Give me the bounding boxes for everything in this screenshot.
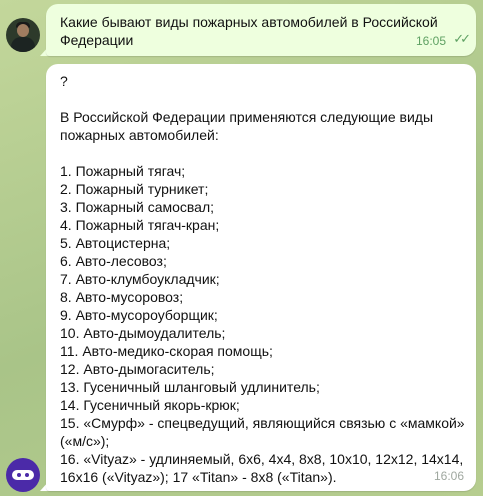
message-intro: В Российской Федерации применяются следу…: [60, 109, 434, 143]
list-item: 8. Авто-мусоровоз;: [60, 289, 184, 305]
list-item: 10. Авто-дымоудалитель;: [60, 325, 226, 341]
bot-avatar[interactable]: [6, 458, 40, 492]
list-item: 14. Гусеничный якорь-крюк;: [60, 397, 240, 413]
message-time: 16:05: [415, 34, 446, 48]
list-item: 12. Авто-дымогаситель;: [60, 361, 215, 377]
list-item: 5. Автоцистерна;: [60, 235, 171, 251]
list-item: 3. Пожарный самосвал;: [60, 199, 215, 215]
message-first-line: ?: [60, 73, 68, 89]
list-item: 15. «Смурф» - спецведущий, являющийся св…: [60, 415, 465, 449]
list-item: 13. Гусеничный шланговый удлинитель;: [60, 379, 320, 395]
list-item: 4. Пожарный тягач-кран;: [60, 217, 220, 233]
user-avatar[interactable]: [6, 18, 40, 52]
message-text: Какие бывают виды пожарных автомобилей в…: [60, 14, 438, 48]
list-item: 1. Пожарный тягач;: [60, 163, 186, 179]
list-item: 11. Авто-медико-скорая помощь;: [60, 343, 273, 359]
vehicle-list: 1. Пожарный тягач; 2. Пожарный турникет; 3…: [60, 162, 470, 486]
outgoing-message[interactable]: Какие бывают виды пожарных автомобилей в…: [46, 4, 476, 56]
list-item: 9. Авто-мусороуборщик;: [60, 307, 218, 323]
list-item: 16. «Vityaz» - удлиняемый, 6х6, 4х4, 8х8…: [60, 451, 464, 485]
message-time: 16:06: [433, 469, 464, 483]
list-item: 2. Пожарный турникет;: [60, 181, 209, 197]
incoming-message[interactable]: ? В Российской Федерации применяются сле…: [46, 64, 476, 491]
list-item: 6. Авто-лесовоз;: [60, 253, 167, 269]
list-item: 7. Авто-клумбоукладчик;: [60, 271, 220, 287]
double-check-icon: ✓✓: [453, 31, 471, 46]
